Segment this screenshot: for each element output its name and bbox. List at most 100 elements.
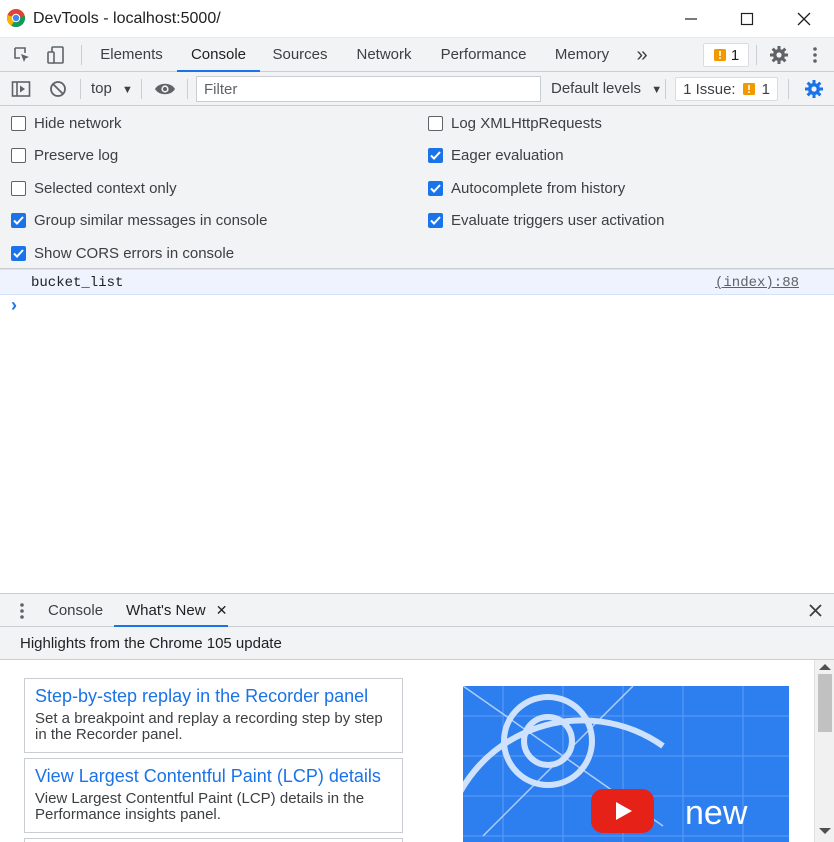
console-message-text: bucket_list xyxy=(31,275,124,291)
maximize-button[interactable] xyxy=(719,0,775,38)
drawer-tab-label: What's New xyxy=(126,602,206,619)
tab-elements[interactable]: Elements xyxy=(90,38,173,72)
gear-icon xyxy=(805,80,823,98)
console-settings-button[interactable] xyxy=(801,72,827,106)
settings-right-column: Log XMLHttpRequests Eager evaluation Aut… xyxy=(428,113,664,231)
settings-button[interactable] xyxy=(766,38,792,72)
checkmark-icon xyxy=(13,248,24,258)
chevron-down-icon: ▼ xyxy=(122,84,133,96)
minimize-button[interactable] xyxy=(663,0,719,38)
setting-selected-context-only[interactable]: Selected context only xyxy=(11,178,267,198)
console-prompt[interactable]: › xyxy=(0,295,834,318)
drawer-tab-whats-new[interactable]: What's New ✕ xyxy=(114,594,228,627)
more-tabs-button[interactable]: » xyxy=(629,38,655,72)
log-levels-label: Default levels xyxy=(551,80,642,97)
toolbar-divider xyxy=(788,79,789,99)
checkbox[interactable] xyxy=(11,148,26,163)
drawer-tab-console[interactable]: Console xyxy=(48,594,103,627)
setting-label: Autocomplete from history xyxy=(451,179,626,197)
close-window-button[interactable] xyxy=(776,0,832,38)
console-settings-pane: Hide network Preserve log Selected conte… xyxy=(0,106,834,269)
customize-menu-button[interactable] xyxy=(802,38,828,72)
checkbox-checked[interactable] xyxy=(11,245,26,261)
title-bar: DevTools - localhost:5000/ xyxy=(0,0,834,38)
tab-network[interactable]: Network xyxy=(343,38,425,72)
context-selector[interactable]: top ▼ xyxy=(91,72,133,106)
feature-card-title[interactable]: View Largest Contentful Paint (LCP) deta… xyxy=(35,765,392,787)
play-icon xyxy=(616,802,632,820)
close-drawer-button[interactable] xyxy=(803,594,827,627)
feature-card-desc: View Largest Contentful Paint (LCP) deta… xyxy=(35,790,365,823)
console-toolbar: top ▼ Default levels ▼ 1 Issue: 1 xyxy=(0,72,834,106)
live-expression-button[interactable] xyxy=(151,72,179,106)
setting-group-similar[interactable]: Group similar messages in console xyxy=(11,211,267,231)
log-levels-dropdown[interactable]: Default levels ▼ xyxy=(551,72,662,106)
issues-count: 1 xyxy=(730,46,740,64)
context-value: top xyxy=(91,80,112,97)
video-thumbnail[interactable]: new xyxy=(463,686,789,842)
checkbox-checked[interactable] xyxy=(428,213,443,228)
kebab-menu-icon xyxy=(20,602,24,619)
checkbox-checked[interactable] xyxy=(428,180,443,196)
scroll-up-icon[interactable] xyxy=(819,664,831,670)
tab-sources[interactable]: Sources xyxy=(262,38,338,72)
setting-evaluate-triggers[interactable]: Evaluate triggers user activation xyxy=(428,211,664,231)
toolbar-divider xyxy=(80,79,81,99)
chrome-logo-icon xyxy=(7,9,25,27)
console-message: bucket_list (index):88 xyxy=(0,269,834,295)
issues-label: 1 Issue: xyxy=(683,80,736,98)
scrollbar-thumb[interactable] xyxy=(818,674,832,732)
close-tab-icon[interactable]: ✕ xyxy=(216,602,228,618)
clear-console-button[interactable] xyxy=(45,72,71,106)
close-icon xyxy=(808,604,822,617)
block-icon xyxy=(50,81,66,97)
device-icon xyxy=(47,46,64,64)
main-tab-strip: Elements Console Sources Network Perform… xyxy=(0,38,834,72)
tab-performance[interactable]: Performance xyxy=(430,38,537,72)
show-sidebar-button[interactable] xyxy=(8,72,34,106)
setting-autocomplete-history[interactable]: Autocomplete from history xyxy=(428,178,664,198)
scroll-down-icon[interactable] xyxy=(819,828,831,834)
youtube-play-button[interactable] xyxy=(591,789,654,833)
eye-icon xyxy=(155,83,175,95)
feature-card-title[interactable]: Step-by-step replay in the Recorder pane… xyxy=(35,685,392,707)
device-toolbar-button[interactable] xyxy=(43,38,69,72)
setting-show-cors-errors[interactable]: Show CORS errors in console xyxy=(11,243,267,263)
setting-hide-network[interactable]: Hide network xyxy=(11,113,267,133)
feature-card-desc: Set a breakpoint and replay a recording … xyxy=(35,710,383,743)
tab-memory[interactable]: Memory xyxy=(542,38,622,72)
setting-label: Log XMLHttpRequests xyxy=(451,114,602,132)
warning-icon xyxy=(742,83,755,95)
inspect-element-button[interactable] xyxy=(9,38,35,72)
source-link[interactable]: (index):88 xyxy=(715,275,799,291)
setting-eager-evaluation[interactable]: Eager evaluation xyxy=(428,146,664,166)
checkmark-icon xyxy=(430,216,441,225)
checkbox[interactable] xyxy=(11,180,26,196)
checkbox[interactable] xyxy=(428,115,443,131)
issues-button[interactable]: 1 Issue: 1 xyxy=(675,77,778,101)
drawer-scrollbar[interactable] xyxy=(814,660,834,842)
checkmark-icon xyxy=(430,151,441,160)
whats-new-header: Highlights from the Chrome 105 update xyxy=(0,627,834,660)
drawer-menu-button[interactable] xyxy=(10,594,34,627)
feature-card[interactable] xyxy=(24,838,403,842)
chevron-down-icon: ▼ xyxy=(651,84,663,96)
feature-card[interactable]: Step-by-step replay in the Recorder pane… xyxy=(24,678,403,753)
setting-preserve-log[interactable]: Preserve log xyxy=(11,146,267,166)
checkbox-checked[interactable] xyxy=(428,148,443,163)
whats-new-body: Step-by-step replay in the Recorder pane… xyxy=(0,660,834,842)
settings-left-column: Hide network Preserve log Selected conte… xyxy=(11,113,267,263)
maximize-icon xyxy=(740,12,754,26)
issues-counter-button[interactable]: 1 xyxy=(703,43,749,67)
checkbox[interactable] xyxy=(11,115,26,131)
toolbar-divider xyxy=(187,79,188,99)
gear-icon xyxy=(770,46,788,64)
video-caption: new xyxy=(685,794,748,832)
filter-input[interactable] xyxy=(196,76,541,102)
setting-log-xhr[interactable]: Log XMLHttpRequests xyxy=(428,113,664,133)
feature-card[interactable]: View Largest Contentful Paint (LCP) deta… xyxy=(24,758,403,833)
issues-count: 1 xyxy=(761,80,770,98)
setting-label: Selected context only xyxy=(34,179,177,197)
checkbox-checked[interactable] xyxy=(11,213,26,228)
tab-console[interactable]: Console xyxy=(177,38,260,72)
